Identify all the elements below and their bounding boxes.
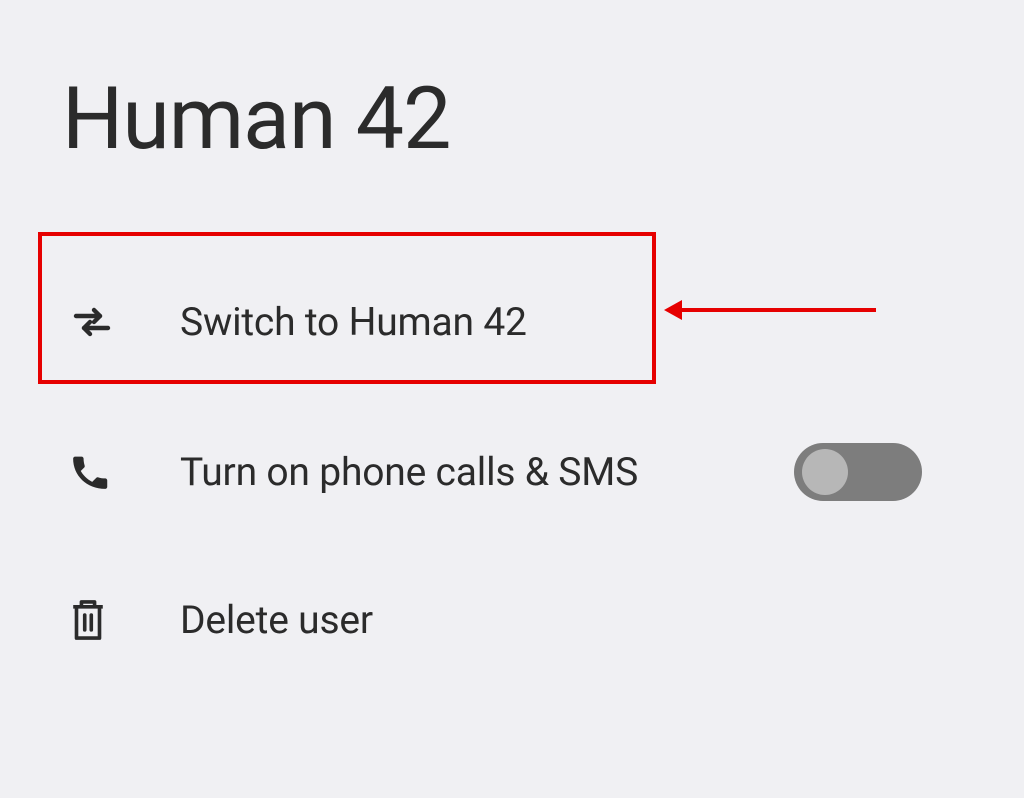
- trash-icon: [68, 597, 108, 643]
- page-title: Human 42: [62, 68, 450, 169]
- phone-sms-toggle[interactable]: [794, 443, 922, 501]
- switch-user-row[interactable]: Switch to Human 42: [68, 282, 984, 362]
- delete-user-row[interactable]: Delete user: [68, 580, 984, 660]
- delete-user-label: Delete user: [180, 597, 373, 643]
- phone-sms-row[interactable]: Turn on phone calls & SMS: [68, 432, 984, 512]
- phone-sms-label: Turn on phone calls & SMS: [180, 449, 638, 495]
- phone-icon: [68, 450, 112, 494]
- switch-user-label: Switch to Human 42: [180, 299, 527, 345]
- toggle-knob: [802, 449, 848, 495]
- swap-icon: [68, 298, 116, 346]
